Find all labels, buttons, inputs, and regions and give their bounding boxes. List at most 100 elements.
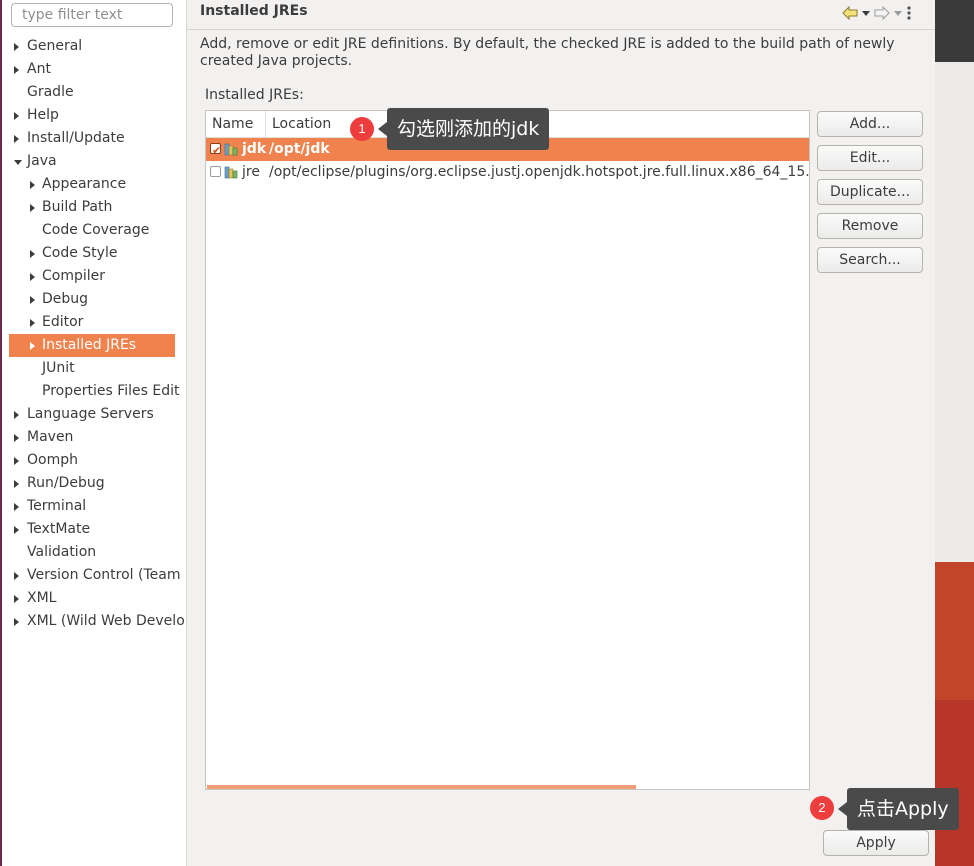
tree-item-label: TextMate [27, 521, 91, 537]
tree-item-label: Validation [27, 544, 97, 560]
tree-item[interactable]: Terminal [2, 495, 186, 518]
tree-item[interactable]: Editor [2, 311, 186, 334]
tree-item[interactable]: Code Coverage [2, 219, 186, 242]
preferences-tree: General Ant Gradle Help Install/Update Java Ap… [2, 35, 186, 633]
page-title: Installed JREs [200, 3, 308, 19]
tree-item[interactable]: Help [2, 104, 186, 127]
tree-item-label: Oomph [27, 452, 78, 468]
tree-item[interactable]: Ant [2, 58, 186, 81]
annotation-callout-2: 点击Apply [838, 788, 959, 830]
tree-item-label: Help [27, 107, 59, 123]
tree-item[interactable]: Run/Debug [2, 472, 186, 495]
tree-item-label: Debug [42, 291, 89, 307]
tree-item-label: Properties Files Edit [42, 383, 180, 399]
tree-item-label: XML [27, 590, 57, 606]
collapsed-arrow-icon[interactable] [14, 618, 19, 626]
annotation-badge-2: 2 [810, 796, 834, 820]
collapsed-arrow-icon[interactable] [14, 434, 19, 442]
tree-item[interactable]: Build Path [2, 196, 186, 219]
forward-menu-chevron-icon[interactable] [893, 9, 903, 17]
checkmark-icon: ✔ [212, 144, 222, 157]
collapsed-arrow-icon[interactable] [14, 66, 19, 74]
collapsed-arrow-icon[interactable] [14, 503, 19, 511]
preference-page: Installed JREs Add, remove or edit JRE d… [187, 0, 935, 866]
tree-item[interactable]: JUnit [2, 357, 186, 380]
more-options-icon[interactable] [906, 5, 912, 21]
checked-checkbox[interactable]: ✔ [210, 143, 221, 157]
tree-item[interactable]: Compiler [2, 265, 186, 288]
unchecked-checkbox[interactable] [210, 166, 221, 177]
collapsed-arrow-icon[interactable] [14, 526, 19, 534]
preferences-tree-panel: General Ant Gradle Help Install/Update Java Ap… [2, 0, 187, 866]
collapsed-arrow-icon[interactable] [30, 342, 35, 350]
collapsed-arrow-icon[interactable] [14, 411, 19, 419]
tree-item-label: Maven [27, 429, 74, 445]
tree-item[interactable]: Maven [2, 426, 186, 449]
add-button[interactable]: Add... [817, 111, 923, 137]
tree-item-label: Java [27, 153, 57, 169]
tree-item-label: Compiler [42, 268, 106, 284]
tree-item[interactable]: Language Servers [2, 403, 186, 426]
collapsed-arrow-icon[interactable] [30, 319, 35, 327]
collapsed-arrow-icon[interactable] [30, 296, 35, 304]
table-row[interactable]: jre/opt/eclipse/plugins/org.eclipse.just… [206, 161, 809, 184]
back-menu-chevron-icon[interactable] [861, 9, 871, 17]
forward-arrow-icon[interactable] [874, 6, 890, 20]
tree-item[interactable]: Properties Files Edit [2, 380, 186, 403]
collapsed-arrow-icon[interactable] [30, 204, 35, 212]
tree-item-label: General [27, 38, 83, 54]
background-window [935, 62, 974, 562]
collapsed-arrow-icon[interactable] [14, 457, 19, 465]
tree-item[interactable]: Appearance [2, 173, 186, 196]
column-divider[interactable] [265, 111, 266, 137]
tree-item[interactable]: General [2, 35, 186, 58]
collapsed-arrow-icon[interactable] [30, 181, 35, 189]
tree-item[interactable]: Gradle [2, 81, 186, 104]
annotation-callout-1: 勾选刚添加的jdk [377, 108, 550, 150]
expanded-arrow-icon[interactable] [14, 160, 22, 165]
jre-location: /opt/eclipse/plugins/org.eclipse.justj.o… [269, 164, 809, 180]
tree-item-label: Ant [27, 61, 51, 77]
jre-name: jre [242, 164, 260, 180]
duplicate-button[interactable]: Duplicate... [817, 179, 923, 205]
tree-item[interactable]: Install/Update [2, 127, 186, 150]
apply-button[interactable]: Apply [823, 830, 929, 856]
tree-item[interactable]: XML [2, 587, 186, 610]
tree-item[interactable]: TextMate [2, 518, 186, 541]
tree-item-label: Build Path [42, 199, 113, 215]
tree-item[interactable]: Version Control (Team [2, 564, 186, 587]
tree-item[interactable]: Validation [2, 541, 186, 564]
tree-item-label: Installed JREs [42, 337, 137, 353]
header-separator [187, 29, 935, 30]
collapsed-arrow-icon[interactable] [14, 572, 19, 580]
tree-item-label: Language Servers [27, 406, 154, 422]
tree-item[interactable]: Code Style [2, 242, 186, 265]
jre-table: Name Location ✔ jdk/opt/jdk jre/opt/eclips… [205, 110, 810, 790]
collapsed-arrow-icon[interactable] [30, 250, 35, 258]
tree-item-label: Terminal [27, 498, 87, 514]
tree-item[interactable]: Installed JREs [9, 334, 175, 357]
column-header-location[interactable]: Location [272, 111, 331, 137]
collapsed-arrow-icon[interactable] [14, 480, 19, 488]
collapsed-arrow-icon[interactable] [30, 273, 35, 281]
tree-item[interactable]: Java [2, 150, 186, 173]
tree-item[interactable]: Debug [2, 288, 186, 311]
collapsed-arrow-icon[interactable] [14, 135, 19, 143]
tree-item-label: JUnit [42, 360, 75, 376]
collapsed-arrow-icon[interactable] [14, 43, 19, 51]
search-button[interactable]: Search... [817, 247, 923, 273]
edit-button[interactable]: Edit... [817, 145, 923, 171]
annotation-badge-1: 1 [350, 117, 374, 141]
filter-input[interactable] [11, 3, 173, 27]
remove-button[interactable]: Remove [817, 213, 923, 239]
back-arrow-icon[interactable] [842, 6, 858, 20]
collapsed-arrow-icon[interactable] [14, 112, 19, 120]
jre-name: jdk [242, 141, 267, 157]
tree-item[interactable]: Oomph [2, 449, 186, 472]
tree-item[interactable]: XML (Wild Web Develo [2, 610, 186, 633]
horizontal-scrollbar[interactable] [207, 785, 636, 789]
column-header-name[interactable]: Name [212, 111, 253, 137]
collapsed-arrow-icon[interactable] [14, 595, 19, 603]
jre-library-icon [224, 166, 238, 179]
jre-location: /opt/jdk [269, 141, 330, 157]
